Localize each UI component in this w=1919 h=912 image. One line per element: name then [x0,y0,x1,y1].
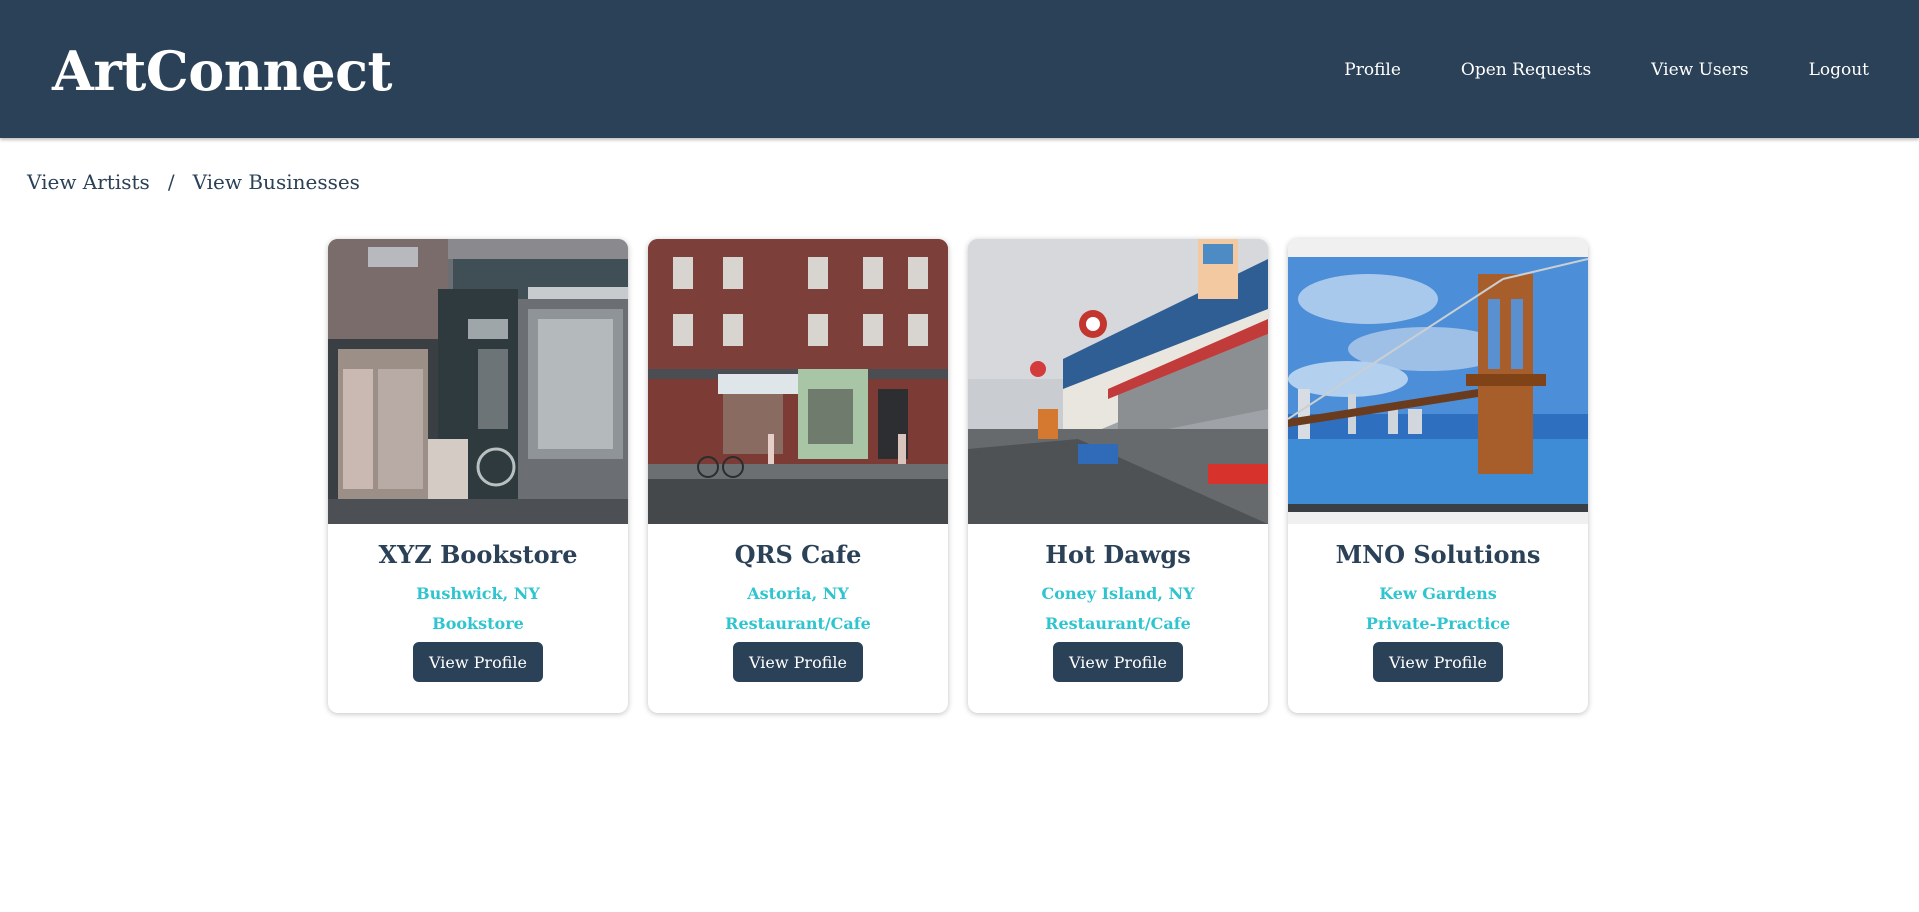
business-name: QRS Cafe [734,540,862,569]
business-card: QRS Cafe Astoria, NY Restaurant/Cafe Vie… [648,239,948,713]
business-card-grid: XYZ Bookstore Bushwick, NY Bookstore Vie… [328,239,1588,713]
business-card: Hot Dawgs Coney Island, NY Restaurant/Ca… [968,239,1268,713]
main-nav: Profile Open Requests View Users Logout [1344,58,1869,82]
business-category: Restaurant/Cafe [1045,614,1191,633]
view-businesses-link[interactable]: View Businesses [193,170,360,194]
business-category: Restaurant/Cafe [725,614,871,633]
business-name: XYZ Bookstore [378,540,578,569]
business-category: Bookstore [432,614,524,633]
view-profile-button[interactable]: View Profile [733,642,863,682]
boardwalk-storefronts-image [968,239,1268,524]
bookstore-storefront-image [328,239,628,524]
breadcrumb-separator: / [167,170,175,194]
business-location: Kew Gardens [1379,584,1497,603]
business-category: Private-Practice [1365,614,1511,633]
nav-profile[interactable]: Profile [1344,58,1401,82]
nav-view-users[interactable]: View Users [1651,58,1748,82]
business-location: Coney Island, NY [1041,584,1195,603]
view-profile-button[interactable]: View Profile [1373,642,1503,682]
nav-open-requests[interactable]: Open Requests [1461,58,1591,82]
view-profile-button[interactable]: View Profile [1053,642,1183,682]
view-profile-button[interactable]: View Profile [413,642,543,682]
top-navbar: ArtConnect Profile Open Requests View Us… [0,0,1919,138]
business-card: XYZ Bookstore Bushwick, NY Bookstore Vie… [328,239,628,713]
brick-building-street-image [648,239,948,524]
business-name: MNO Solutions [1335,540,1541,569]
breadcrumb: View Artists / View Businesses [27,170,360,194]
business-location: Bushwick, NY [416,584,540,603]
business-card: MNO Solutions Kew Gardens Private-Practi… [1288,239,1588,713]
nav-logout[interactable]: Logout [1809,58,1869,82]
business-location: Astoria, NY [747,584,849,603]
brand-logo[interactable]: ArtConnect [52,36,393,106]
bridge-painting-image [1288,239,1588,524]
business-name: Hot Dawgs [1045,540,1191,569]
view-artists-link[interactable]: View Artists [27,170,150,194]
